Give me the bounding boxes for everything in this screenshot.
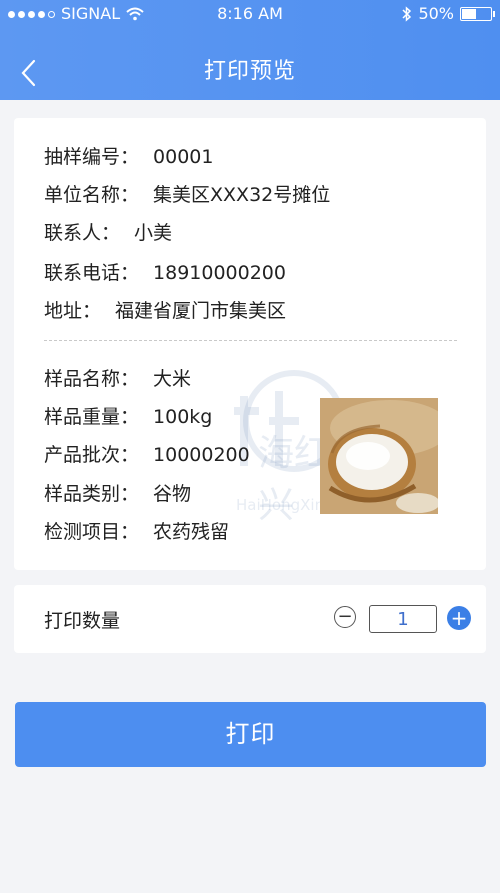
info-row-phone: 联系电话： 18910000200	[44, 258, 286, 285]
info-value: 10000200	[153, 444, 250, 466]
info-value: 18910000200	[153, 262, 286, 284]
info-label: 样品类别：	[44, 483, 140, 505]
info-label: 检测项目：	[44, 521, 140, 543]
info-label: 联系电话：	[44, 262, 140, 284]
status-bar: SIGNAL 8:16 AM 50%	[0, 0, 500, 28]
info-value: 小美	[134, 222, 173, 244]
info-label: 抽样编号：	[44, 146, 140, 168]
info-row-product-batch: 产品批次： 10000200	[44, 440, 250, 467]
info-value: 农药残留	[153, 521, 230, 543]
info-row-address: 地址： 福建省厦门市集美区	[44, 296, 286, 323]
info-label: 单位名称：	[44, 184, 140, 206]
page-title: 打印预览	[203, 59, 296, 84]
info-value: 集美区XXX32号摊位	[153, 184, 331, 206]
decrease-quantity-button[interactable]: −	[334, 606, 356, 628]
info-value: 福建省厦门市集美区	[115, 300, 287, 322]
info-label: 联系人：	[44, 222, 121, 244]
section-divider	[44, 340, 457, 341]
battery-percentage: 50%	[418, 4, 454, 23]
info-label: 样品重量：	[44, 406, 140, 428]
info-row-sample-id: 抽样编号： 00001	[44, 142, 213, 169]
info-value: 大米	[153, 368, 192, 390]
bluetooth-icon	[402, 6, 412, 22]
increase-quantity-button[interactable]: +	[447, 606, 471, 630]
info-row-contact: 联系人： 小美	[44, 218, 172, 245]
info-row-unit-name: 单位名称： 集美区XXX32号摊位	[44, 180, 330, 207]
watermark-subtext: HaiHongXing	[236, 496, 334, 514]
print-preview-card: 海红兴 HaiHongXing 抽样编号： 00001 单位名称： 集美区XXX32…	[14, 118, 486, 570]
product-image	[320, 398, 438, 514]
battery-icon	[460, 7, 495, 21]
plus-icon: +	[450, 606, 468, 630]
info-row-test-item: 检测项目： 农药残留	[44, 517, 229, 544]
app-header: SIGNAL 8:16 AM 50% 打印预览	[0, 0, 500, 100]
info-label: 样品名称：	[44, 368, 140, 390]
print-quantity-label: 打印数量	[44, 610, 121, 632]
info-value: 谷物	[153, 483, 192, 505]
print-button[interactable]: 打印	[15, 702, 486, 767]
info-value: 00001	[153, 146, 214, 168]
quantity-input[interactable]	[369, 605, 437, 633]
info-row-product-name: 样品名称： 大米	[44, 364, 191, 391]
info-row-product-category: 样品类别： 谷物	[44, 479, 191, 506]
info-label: 产品批次：	[44, 444, 140, 466]
print-quantity-card: 打印数量 − +	[14, 585, 486, 653]
info-value: 100kg	[153, 406, 213, 428]
minus-icon: −	[337, 606, 353, 627]
info-row-product-weight: 样品重量： 100kg	[44, 402, 212, 429]
info-label: 地址：	[44, 300, 102, 322]
